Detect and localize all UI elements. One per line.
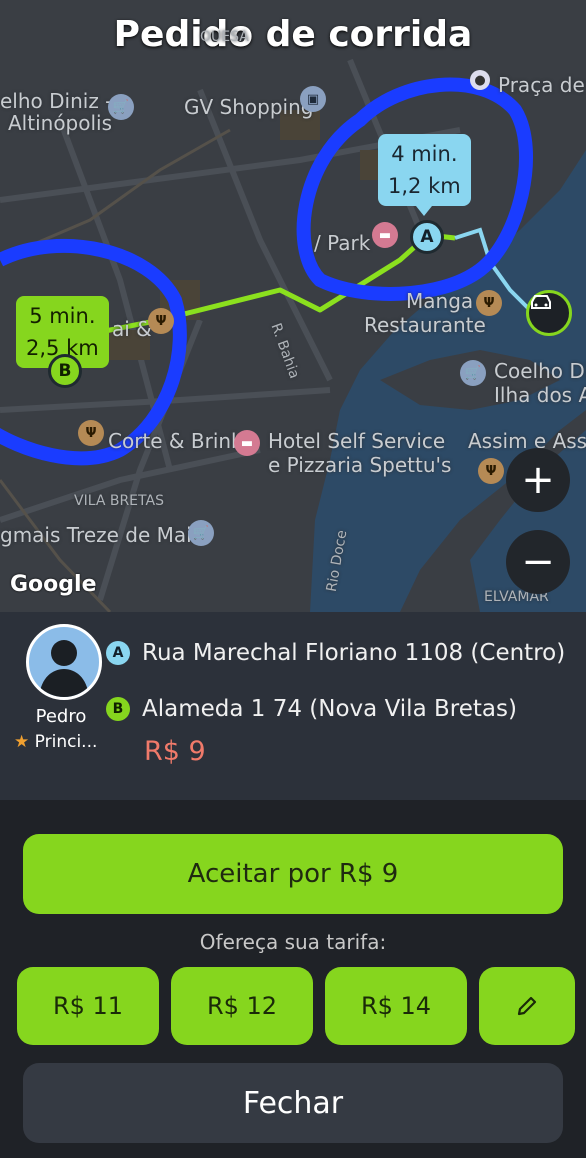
driver-rating: ★ Princi... <box>14 732 97 752</box>
map-label-ouesa: OUESA <box>200 29 249 45</box>
shopping-bag-icon: ▣ <box>300 86 326 112</box>
map-label-ilha: Ilha dos Ar <box>494 383 586 407</box>
map-label-gv-shopping: GV Shopping <box>184 95 314 119</box>
restaurant-icon: Ψ <box>478 458 504 484</box>
hotel-icon: ▬ <box>234 430 260 456</box>
map-label-ai: ai & <box>112 317 152 341</box>
star-icon: ★ <box>14 732 30 752</box>
map-view[interactable]: Pedido de corrida OUESA Praça de E ● elh… <box>0 0 586 612</box>
pickup-address-row: A Rua Marechal Floriano 1108 (Centro) <box>106 640 565 666</box>
avatar <box>26 624 102 700</box>
restaurant-icon: Ψ <box>476 290 502 316</box>
actions-panel: Aceitar por R$ 9 Ofereça sua tarifa: R$ … <box>0 800 586 1158</box>
dropoff-pin: B <box>48 354 82 388</box>
driver-name: Pedro <box>35 706 87 727</box>
offer-fare-label: Ofereça sua tarifa: <box>199 930 387 954</box>
pickup-pin: A <box>410 220 444 254</box>
ride-info-panel: Pedro ★ Princi... A Rua Marechal Florian… <box>0 612 586 800</box>
map-label-manga: Manga <box>406 289 474 313</box>
accept-button[interactable]: Aceitar por R$ 9 <box>23 834 563 914</box>
eta-time-b: 5 min. <box>29 304 96 328</box>
map-label-corte-brink: Corte & Brink <box>108 429 243 453</box>
eta-distance-a: 1,2 km <box>388 174 461 198</box>
fare-option-button[interactable]: R$ 14 <box>325 967 467 1045</box>
hotel-icon: ▬ <box>372 222 398 248</box>
map-label-elho-diniz: elho Diniz - <box>0 89 113 113</box>
shopping-cart-icon: 🛒 <box>108 94 134 120</box>
eta-time-a: 4 min. <box>391 142 458 166</box>
shopping-cart-icon: 🛒 <box>460 360 486 386</box>
ride-price: R$ 9 <box>144 736 206 767</box>
fare-option-button[interactable]: R$ 11 <box>17 967 159 1045</box>
restaurant-icon: Ψ <box>148 308 174 334</box>
map-label-gmais: gmais Treze de Maio <box>0 523 204 547</box>
fare-option-button[interactable]: R$ 12 <box>171 967 313 1045</box>
eta-bubble-a: 4 min. 1,2 km <box>378 134 471 216</box>
pencil-icon <box>517 996 537 1016</box>
dropoff-badge: B <box>106 697 130 721</box>
pickup-address: Rua Marechal Floriano 1108 (Centro) <box>142 640 566 666</box>
map-label-vila-bretas: VILA BRETAS <box>74 493 164 509</box>
map-label-hotel: Hotel Self Service <box>268 429 446 453</box>
zoom-in-button[interactable]: + <box>506 448 570 512</box>
dropoff-address: Alameda 1 74 (Nova Vila Bretas) <box>142 696 517 722</box>
edit-fare-button[interactable] <box>479 967 575 1045</box>
dropoff-address-row: B Alameda 1 74 (Nova Vila Bretas) <box>106 696 517 722</box>
page-title: Pedido de corrida <box>113 14 473 55</box>
map-label-pizzaria: e Pizzaria Spettu's <box>268 453 452 477</box>
close-button[interactable]: Fechar <box>23 1063 563 1143</box>
pickup-badge: A <box>106 641 130 665</box>
car-icon <box>526 290 572 336</box>
place-pin-icon: ● <box>470 70 490 90</box>
map-label-altinopolis: Altinópolis <box>8 111 113 135</box>
map-label-praca: Praça de E <box>498 73 586 97</box>
zoom-out-button[interactable]: − <box>506 530 570 594</box>
map-label-park: / Park <box>314 231 371 255</box>
google-logo: Google <box>10 572 97 597</box>
driver-rating-text: Princi... <box>34 732 98 752</box>
map-label-restaurante: Restaurante <box>364 313 486 337</box>
restaurant-icon: Ψ <box>78 420 104 446</box>
map-label-coelho: Coelho Din <box>494 359 586 383</box>
person-silhouette-icon <box>39 640 89 697</box>
shopping-cart-icon: 🛒 <box>188 520 214 546</box>
